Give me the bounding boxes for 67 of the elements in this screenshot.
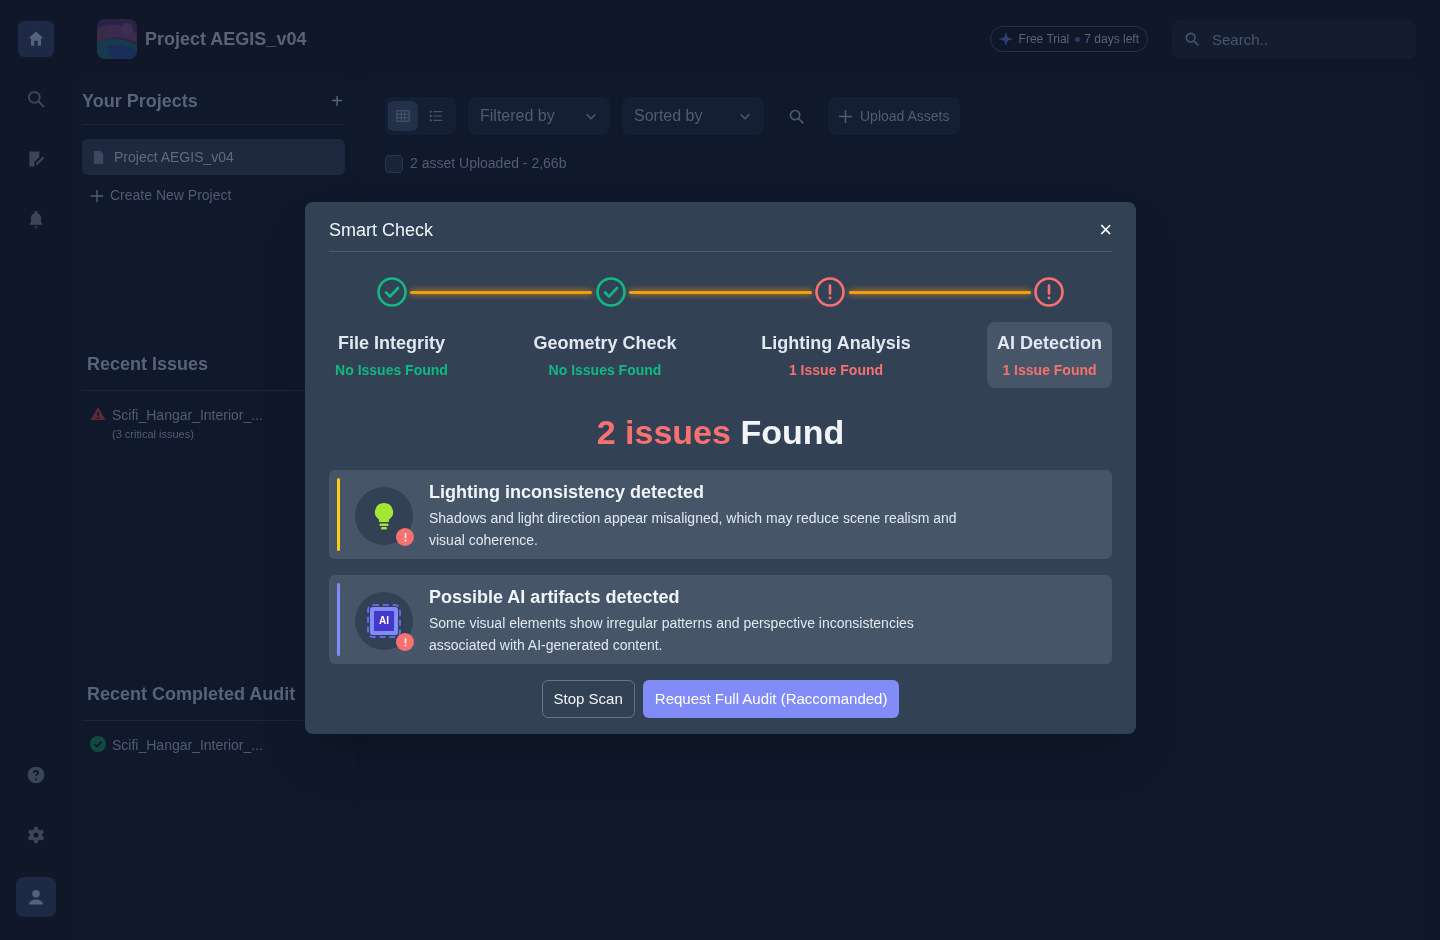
panel-title: Your Projects <box>82 89 198 113</box>
search-icon <box>1184 30 1200 47</box>
section-title: Recent Completed Audit <box>87 682 297 706</box>
stop-scan-button[interactable]: Stop Scan <box>541 680 635 718</box>
upload-assets-button[interactable]: Upload Assets <box>828 97 960 135</box>
step-result: No Issues Found <box>548 360 662 380</box>
grid-icon <box>396 109 410 123</box>
project-title: Project AEGIS_v04 <box>145 27 307 51</box>
check-step[interactable]: Lighting Analysis 1 Issue Found <box>756 322 916 388</box>
profile-button[interactable] <box>16 877 56 917</box>
alert-circle-icon <box>1033 276 1066 308</box>
issue-count-text: (3 critical issues) <box>112 427 195 442</box>
sort-dropdown[interactable]: Sorted by <box>622 97 764 135</box>
request-audit-button[interactable]: Request Full Audit (Raccomanded) <box>642 680 900 718</box>
select-all-checkbox[interactable] <box>385 154 403 173</box>
dialog-title: Smart Check <box>329 218 434 242</box>
step-result: 1 Issue Found <box>1002 360 1097 380</box>
check-circle-icon <box>90 735 106 752</box>
issues-summary: 2 issues Found <box>595 412 846 452</box>
plus-icon <box>838 108 853 124</box>
trial-label: Free Trial <box>1018 31 1070 48</box>
finding-description: Some visual elements show irregular patterns and perspective inconsistencies associated with AI-generated content. <box>429 614 915 655</box>
asset-count-text: 2 asset Uploaded - 2,66b <box>410 154 567 173</box>
grid-view-button[interactable] <box>388 101 418 131</box>
asset-link[interactable]: Scifi_Hangar_Interior_... <box>112 405 263 426</box>
step-result: No Issues Found <box>335 360 448 380</box>
check-step[interactable]: Geometry Check No Issues Found <box>525 322 685 388</box>
step-label: File Integrity <box>338 331 445 355</box>
report-edit-icon <box>26 149 46 169</box>
help-icon <box>26 765 46 785</box>
search-icon <box>787 107 805 125</box>
days-left-text: 7 days left <box>1084 31 1139 48</box>
step-label: Geometry Check <box>533 331 677 355</box>
check-step[interactable]: File Integrity No Issues Found <box>329 322 454 388</box>
settings-icon <box>26 825 46 845</box>
search-field[interactable]: Search.. <box>1172 19 1416 59</box>
plus-icon <box>90 188 104 203</box>
home-icon <box>26 29 46 49</box>
check-step[interactable]: AI Detection 1 Issue Found <box>987 322 1112 388</box>
asset-link[interactable]: Scifi_Hangar_Interior_... <box>112 734 263 756</box>
section-title: Recent Issues <box>87 353 210 376</box>
step-result: 1 Issue Found <box>788 360 884 380</box>
user-icon <box>26 887 46 907</box>
file-icon <box>91 149 106 165</box>
project-item[interactable]: Project AEGIS_v04 <box>82 139 345 175</box>
exclamation-icon <box>403 532 407 542</box>
bell-icon <box>26 209 46 229</box>
finding-description: Shadows and light direction appear misaligned, which may reduce scene realism and visual coherence. <box>429 509 958 550</box>
lightbulb-icon <box>372 502 396 530</box>
sparkle-icon <box>998 32 1013 46</box>
warning-icon <box>90 406 106 422</box>
exclamation-icon <box>403 637 407 647</box>
list-icon <box>429 109 443 123</box>
step-label: Lighting Analysis <box>761 331 911 355</box>
finding-title: Possible AI artifacts detected <box>429 586 681 609</box>
chip-label: AI <box>374 611 394 631</box>
create-project-button[interactable]: Create New Project <box>82 185 345 206</box>
check-circle-icon <box>594 276 627 308</box>
search-icon <box>26 89 46 109</box>
add-project-button[interactable]: + <box>331 91 345 111</box>
filter-dropdown[interactable]: Filtered by <box>468 97 610 135</box>
check-circle-icon <box>375 276 408 308</box>
close-button[interactable]: × <box>1099 219 1112 241</box>
alert-circle-icon <box>814 276 847 308</box>
home-button[interactable] <box>18 21 54 57</box>
step-label: AI Detection <box>997 331 1102 355</box>
finding-title: Lighting inconsistency detected <box>429 481 706 504</box>
